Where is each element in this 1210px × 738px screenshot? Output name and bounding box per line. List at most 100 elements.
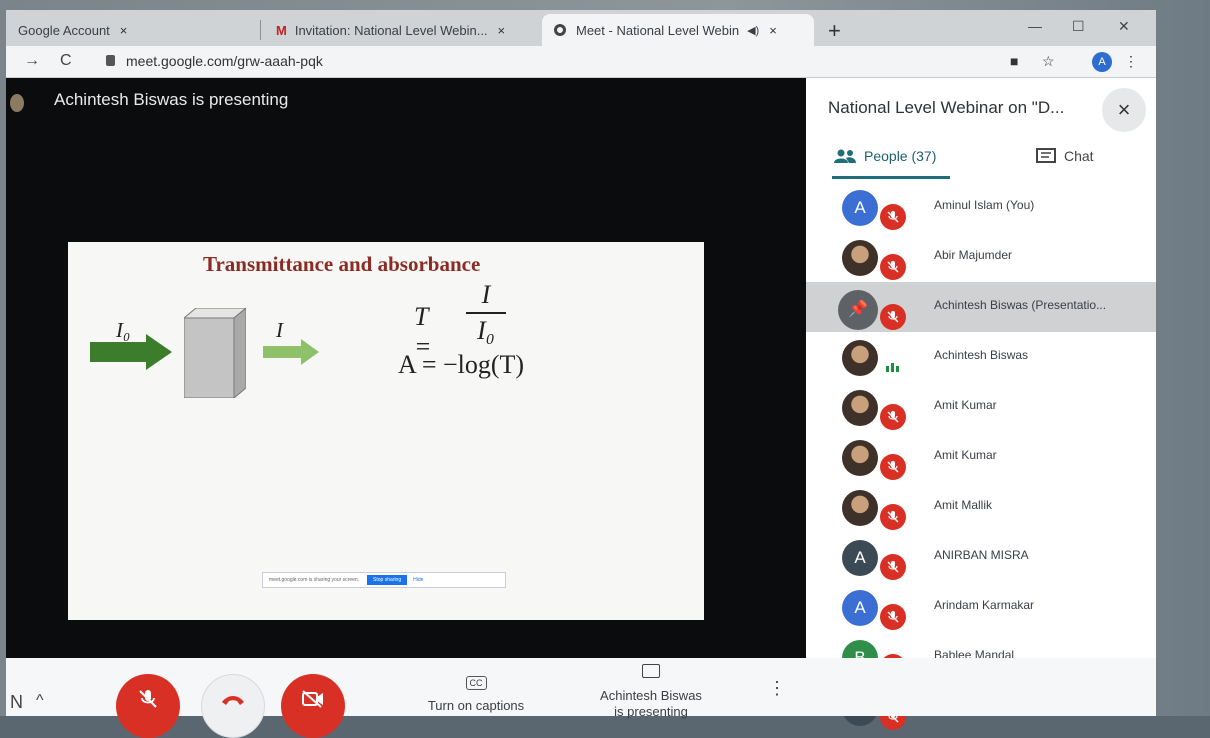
participant-row[interactable]: Amit Kumar xyxy=(806,432,1156,482)
tab-meet[interactable]: Meet - National Level Webin ◀) × xyxy=(542,14,814,46)
share-notice-text: meet.google.com is sharing your screen. xyxy=(269,577,360,583)
label-incident-intensity: I₀ xyxy=(116,318,131,342)
hide-button[interactable]: Hide xyxy=(413,577,423,583)
more-options-icon[interactable]: ⋮ xyxy=(768,678,786,699)
close-tab-icon[interactable]: × xyxy=(120,23,128,38)
meeting-controls-bar: N ^ CC Turn on captions Achintesh Biswas… xyxy=(6,658,1156,738)
menu-icon[interactable]: ⋮ xyxy=(1124,53,1138,70)
presentation-slide: Transmittance and absorbance I₀ I T = I … xyxy=(68,242,704,620)
participant-avatar: A xyxy=(842,540,878,576)
participant-avatar: A xyxy=(842,590,878,626)
chat-icon xyxy=(1036,148,1056,163)
participant-row[interactable]: Amit Mallik xyxy=(806,482,1156,532)
absorbance-equation: A = −log(T) xyxy=(398,350,525,379)
chevron-up-icon[interactable]: ^ xyxy=(36,692,44,710)
mic-off-icon xyxy=(880,554,906,580)
participant-row[interactable]: A ANIRBAN MISRA xyxy=(806,532,1156,582)
participant-row[interactable]: 📌 Achintesh Biswas (Presentatio... xyxy=(806,282,1156,332)
participant-name: Achintesh Biswas xyxy=(934,348,1029,362)
participant-avatar xyxy=(842,240,878,276)
mic-off-icon xyxy=(880,254,906,280)
tab-invitation[interactable]: M Invitation: National Level Webin... × xyxy=(264,14,536,46)
people-icon xyxy=(834,149,856,163)
participant-name: ANIRBAN MISRA xyxy=(934,548,1029,562)
star-icon[interactable]: ☆ xyxy=(1042,53,1055,70)
cuvette-icon xyxy=(184,308,246,398)
slide-title: Transmittance and absorbance xyxy=(203,252,481,276)
presentation-status-button[interactable]: Achintesh Biswas is presenting xyxy=(586,664,716,720)
screen: Google Account × M Invitation: National … xyxy=(0,0,1210,738)
speaking-indicator-icon xyxy=(880,354,906,380)
gmail-icon: M xyxy=(276,22,287,38)
mic-off-icon xyxy=(880,404,906,430)
meet-stage: Achintesh Biswas is presenting Transmitt… xyxy=(6,78,806,658)
participant-name: Abir Majumder xyxy=(934,248,1013,262)
captions-button[interactable]: CC Turn on captions xyxy=(406,674,546,713)
active-tab-indicator xyxy=(832,176,950,179)
audio-playing-icon[interactable]: ◀) xyxy=(747,24,759,37)
close-tab-icon[interactable]: × xyxy=(769,23,777,38)
browser-tab-bar: Google Account × M Invitation: National … xyxy=(6,10,1156,46)
pin-icon: 📌 xyxy=(838,290,878,330)
reload-icon[interactable]: C xyxy=(60,52,72,70)
eq-t-numerator: I xyxy=(481,280,491,309)
screen-share-notice: meet.google.com is sharing your screen. … xyxy=(262,572,506,588)
participant-row[interactable]: A Aminul Islam (You) xyxy=(806,182,1156,232)
participant-name: Amit Mallik xyxy=(934,498,993,512)
maximize-icon[interactable]: ☐ xyxy=(1072,18,1085,35)
transmitted-arrow-icon xyxy=(263,339,319,365)
participant-row[interactable]: Achintesh Biswas xyxy=(806,332,1156,382)
tab-google-account[interactable]: Google Account × xyxy=(6,14,256,46)
participant-avatar xyxy=(842,490,878,526)
people-panel: National Level Webinar on "D... × People… xyxy=(806,78,1156,730)
eq-t-denominator: I₀ xyxy=(477,316,495,345)
mic-off-icon xyxy=(880,304,906,330)
present-screen-icon xyxy=(642,664,660,678)
presenting-title: Achintesh Biswas is presenting xyxy=(54,90,289,109)
profile-avatar[interactable]: A xyxy=(1092,52,1112,72)
tab-people-label: People (37) xyxy=(864,148,937,164)
mic-off-icon xyxy=(880,504,906,530)
mic-off-icon xyxy=(880,604,906,630)
camera-extension-icon[interactable]: ■ xyxy=(1010,53,1018,69)
participant-name: Amit Kumar xyxy=(934,398,997,412)
minimize-icon[interactable]: — xyxy=(1028,18,1042,34)
hang-up-icon xyxy=(222,696,244,705)
tab-label: Meet - National Level Webin xyxy=(576,22,740,38)
close-tab-icon[interactable]: × xyxy=(498,23,506,38)
window-close-icon[interactable]: ✕ xyxy=(1118,18,1130,35)
tab-divider xyxy=(260,20,261,40)
address-bar-row: → C meet.google.com/grw-aaah-pqk ■ ☆ A ⋮ xyxy=(6,46,1156,78)
lock-icon xyxy=(106,55,115,66)
mic-off-icon xyxy=(139,690,157,708)
label-transmitted-intensity: I xyxy=(276,318,283,342)
fraction-bar xyxy=(466,312,506,314)
participant-row[interactable]: Amit Kumar xyxy=(806,382,1156,432)
microphone-toggle-button[interactable] xyxy=(116,674,180,738)
participant-name: Achintesh Biswas (Presentatio... xyxy=(934,298,1107,312)
captions-icon: CC xyxy=(465,676,487,690)
forward-icon[interactable]: → xyxy=(24,52,40,70)
tab-chat-label: Chat xyxy=(1064,148,1094,164)
meeting-details-initial[interactable]: N xyxy=(10,692,23,713)
mic-off-icon xyxy=(880,454,906,480)
panel-close-button[interactable]: × xyxy=(1102,88,1146,132)
tab-chat[interactable]: Chat xyxy=(1036,148,1094,164)
tab-label: Google Account xyxy=(18,22,110,38)
leave-call-button[interactable] xyxy=(201,674,265,738)
participant-row[interactable]: Abir Majumder xyxy=(806,232,1156,282)
participant-row[interactable]: A Arindam Karmakar xyxy=(806,582,1156,632)
participant-name: Amit Kumar xyxy=(934,448,997,462)
new-tab-button[interactable]: + xyxy=(828,18,841,44)
eq-t-fraction: I I₀ xyxy=(466,280,506,346)
presentation-status-line1: Achintesh Biswas xyxy=(600,688,702,703)
tab-people[interactable]: People (37) xyxy=(834,148,936,164)
participant-avatar xyxy=(842,440,878,476)
stop-sharing-button[interactable]: Stop sharing xyxy=(367,575,408,585)
url-field[interactable]: meet.google.com/grw-aaah-pqk xyxy=(126,53,323,69)
participant-avatar: A xyxy=(842,190,878,226)
camera-off-icon xyxy=(302,690,323,708)
incident-arrow-icon xyxy=(90,334,172,370)
presenter-avatar xyxy=(10,94,24,112)
camera-toggle-button[interactable] xyxy=(281,674,345,738)
